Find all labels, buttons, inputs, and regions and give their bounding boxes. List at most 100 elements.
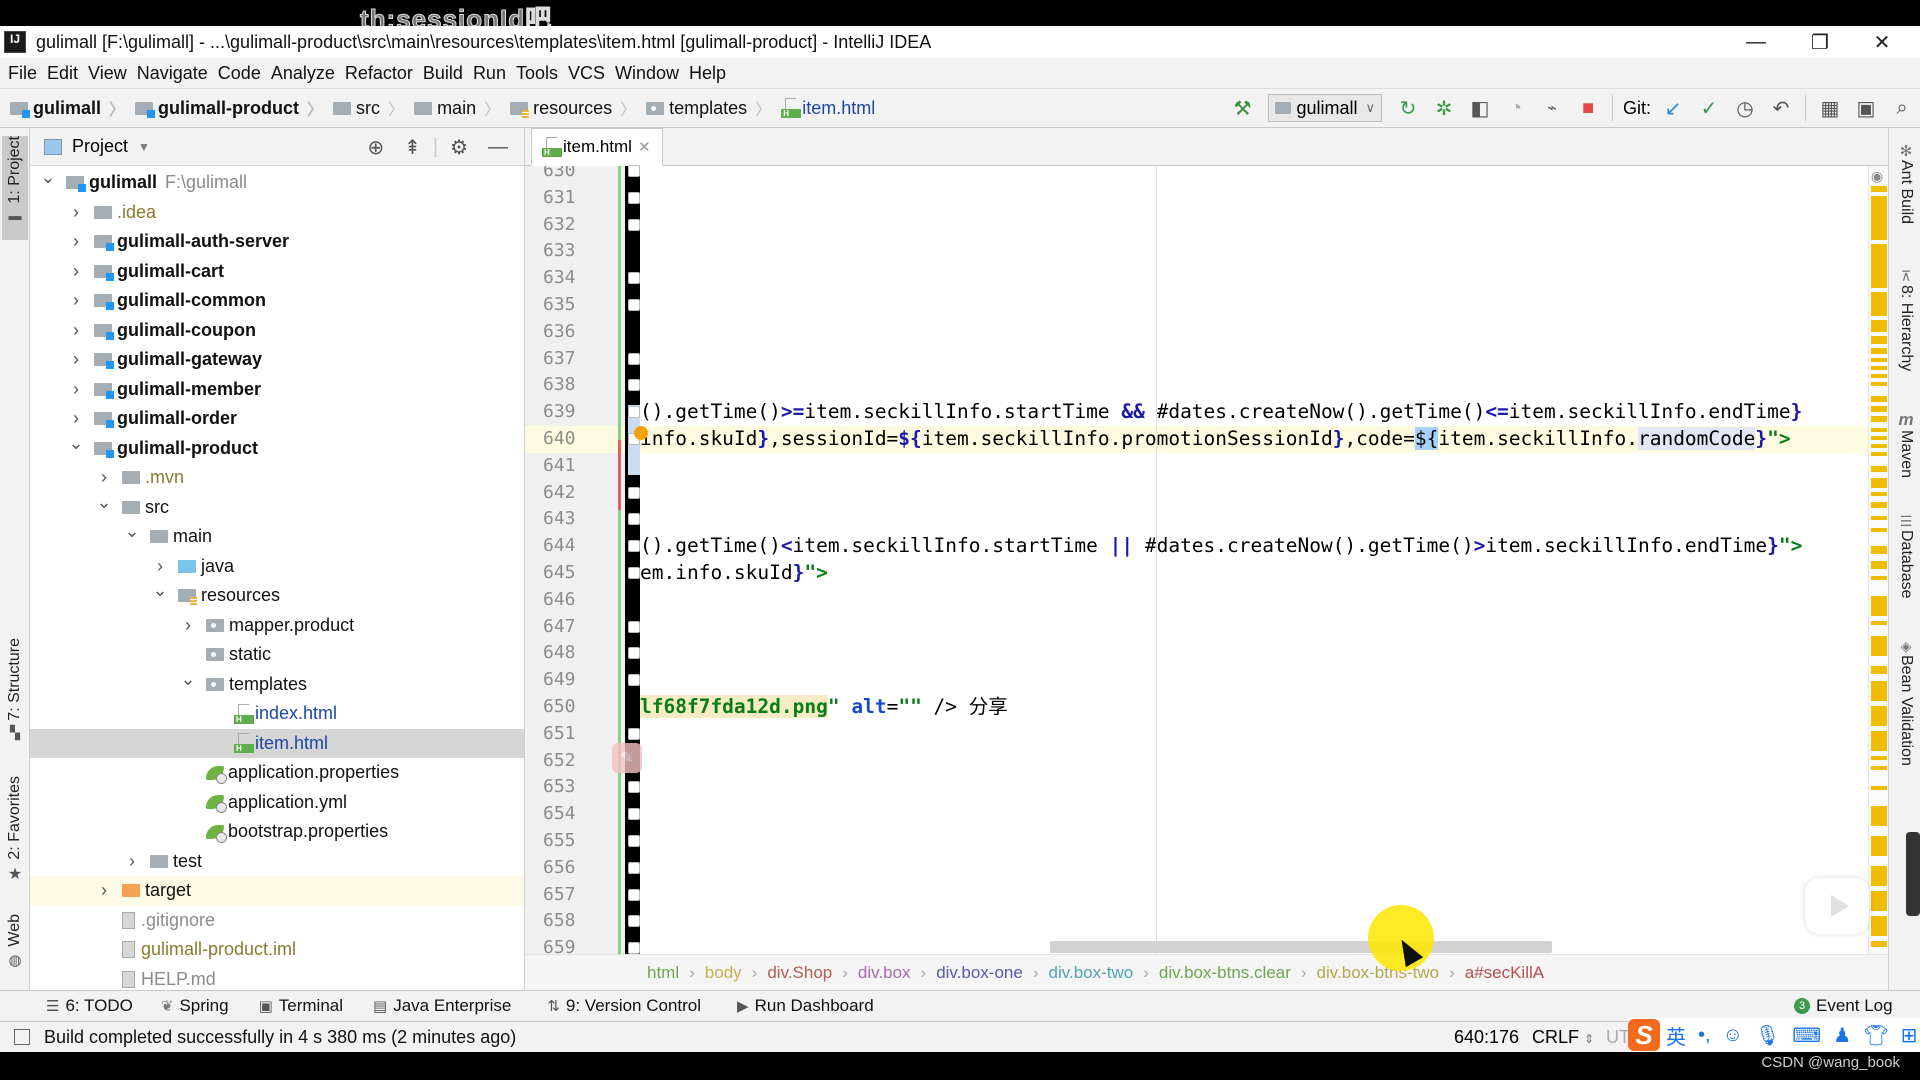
tree-item[interactable]: ⌄ templates	[30, 669, 524, 700]
fold-toggle-icon[interactable]	[628, 942, 640, 955]
chevron-down-icon[interactable]: ⌄	[180, 669, 196, 690]
tool-tab-ant-build[interactable]: ✻ Ant Build	[1893, 142, 1919, 224]
error-stripe[interactable]: ◉	[1868, 166, 1888, 954]
git-update-icon[interactable]: ↙	[1660, 95, 1686, 121]
fold-toggle-icon[interactable]	[628, 808, 640, 821]
fold-toggle-icon[interactable]	[628, 888, 640, 901]
menu-vcs[interactable]: VCS	[568, 63, 605, 84]
minimize-button[interactable]: —	[1726, 26, 1786, 58]
tree-item[interactable]: ⌄ gulimall-product	[30, 433, 524, 464]
code-line[interactable]: ().getTime()>=item.seckillInfo.startTime…	[640, 399, 1802, 426]
tool-tab-maven[interactable]: m Maven	[1893, 410, 1919, 478]
nav-crumb-resources[interactable]: resources 〉	[510, 96, 636, 120]
chevron-right-icon[interactable]: ›	[96, 880, 112, 901]
stripe-marker[interactable]	[1871, 320, 1887, 332]
tree-item[interactable]: ⌄ main	[30, 521, 524, 552]
tool-tab-favorites[interactable]: 2: Favorites ★	[2, 776, 28, 892]
stripe-marker[interactable]	[1871, 452, 1887, 456]
sogou-logo-icon[interactable]: S	[1628, 1019, 1660, 1051]
tool-window-run-dashboard[interactable]: ▶ Run Dashboard	[737, 996, 874, 1016]
hide-panel-icon[interactable]: —	[488, 136, 508, 159]
menu-tools[interactable]: Tools	[516, 63, 558, 84]
tab-item-html[interactable]: item.html ✕	[531, 128, 663, 166]
tree-item[interactable]: › mapper.product	[30, 611, 524, 641]
menu-code[interactable]: Code	[218, 63, 261, 84]
fold-toggle-icon[interactable]	[628, 674, 640, 687]
chevron-right-icon[interactable]: ›	[68, 231, 84, 252]
tree-item[interactable]: › gulimall-coupon	[30, 316, 524, 346]
tool-window-version-control[interactable]: ⇅ 9: Version Control	[547, 996, 701, 1016]
html-breadcrumb-item[interactable]: body	[705, 963, 742, 983]
tree-item[interactable]: ⌄ src	[30, 492, 524, 523]
ime-punctuation-toggle[interactable]: •,	[1698, 1024, 1711, 1047]
stripe-marker[interactable]	[1871, 502, 1887, 508]
fold-toggle-icon[interactable]	[628, 272, 640, 285]
tool-window-terminal[interactable]: ▣ Terminal	[259, 996, 343, 1016]
fold-toggle-icon[interactable]	[628, 218, 640, 231]
close-tab-icon[interactable]: ✕	[638, 138, 651, 156]
microphone-icon[interactable]: 🎙︎	[1755, 1023, 1780, 1048]
menu-navigate[interactable]: Navigate	[137, 63, 208, 84]
menu-edit[interactable]: Edit	[47, 63, 78, 84]
stop-icon[interactable]: ■	[1575, 95, 1601, 121]
chevron-right-icon[interactable]: ›	[124, 851, 140, 872]
tree-item[interactable]: item.html	[30, 728, 524, 758]
tree-item[interactable]: application.yml	[30, 788, 524, 818]
keyboard-icon[interactable]: ⌨	[1792, 1023, 1821, 1048]
fold-toggle-icon[interactable]	[628, 861, 640, 874]
stripe-marker[interactable]	[1871, 186, 1887, 192]
chevron-right-icon[interactable]: ›	[96, 467, 112, 488]
code-line[interactable]: em.info.skuId}">	[640, 560, 828, 587]
stripe-marker[interactable]	[1871, 382, 1887, 386]
chevron-down-icon[interactable]: ⌄	[124, 521, 140, 542]
chevron-right-icon[interactable]: ›	[180, 615, 196, 636]
locate-file-icon[interactable]: ⊕	[367, 135, 384, 160]
tree-item[interactable]: ⌄ resources	[30, 580, 524, 611]
stripe-marker[interactable]	[1871, 576, 1887, 580]
coverage-icon[interactable]: ◧	[1467, 95, 1493, 121]
nav-crumb-main[interactable]: main 〉	[414, 96, 500, 120]
nav-crumb-item-html[interactable]: item.html	[781, 98, 875, 119]
stripe-marker[interactable]	[1871, 561, 1887, 569]
git-commit-icon[interactable]: ✓	[1696, 95, 1722, 121]
chevron-down-icon[interactable]: ⌄	[68, 433, 84, 454]
html-breadcrumb-item[interactable]: div.box-two	[1049, 963, 1134, 983]
tree-item[interactable]: .gitignore	[30, 906, 524, 936]
stripe-marker[interactable]	[1871, 292, 1887, 316]
menu-refactor[interactable]: Refactor	[345, 63, 413, 84]
menu-file[interactable]: File	[8, 63, 37, 84]
code-line[interactable]: info.skuId},sessionId=${item.seckillInfo…	[640, 426, 1868, 453]
stripe-marker[interactable]	[1871, 444, 1887, 448]
tree-item[interactable]: › gulimall-member	[30, 375, 524, 405]
project-structure-icon[interactable]: ▦	[1817, 95, 1843, 121]
tool-window-todo[interactable]: ☰ 6: TODO	[46, 996, 133, 1016]
stripe-marker[interactable]	[1871, 396, 1887, 402]
hammer-icon[interactable]: ⚒	[1229, 95, 1255, 121]
run-configuration-dropdown[interactable]: gulimall ∨	[1268, 94, 1382, 122]
fold-toggle-icon[interactable]	[628, 620, 640, 633]
skin-icon[interactable]: 👕︎	[1863, 1023, 1888, 1048]
fold-toggle-icon[interactable]	[628, 406, 640, 419]
rollback-icon[interactable]: ↶	[1768, 95, 1794, 121]
tree-item[interactable]: bootstrap.properties	[30, 817, 524, 847]
stripe-marker[interactable]	[1871, 244, 1887, 288]
tree-item[interactable]: ⌄ gulimall F:\gulimall	[30, 167, 524, 198]
stripe-marker[interactable]	[1871, 428, 1887, 432]
fold-toggle-icon[interactable]	[628, 379, 640, 392]
tree-item[interactable]: › gulimall-auth-server	[30, 227, 524, 257]
stripe-marker[interactable]	[1871, 941, 1887, 947]
fold-toggle-icon[interactable]	[628, 915, 640, 928]
stripe-marker[interactable]	[1871, 546, 1887, 554]
menu-run[interactable]: Run	[473, 63, 506, 84]
code-editor[interactable]: ().getTime()>=item.seckillInfo.startTime…	[640, 166, 1868, 954]
eye-icon[interactable]: ◉	[1871, 168, 1883, 185]
nav-crumb-gulimall-product[interactable]: gulimall-product 〉	[135, 96, 323, 120]
stripe-marker[interactable]	[1871, 516, 1887, 520]
debug-icon[interactable]: ✲	[1431, 95, 1457, 121]
tool-tab-hierarchy[interactable]: ⊼ 8: Hierarchy	[1893, 268, 1919, 371]
menu-view[interactable]: View	[88, 63, 127, 84]
chevron-down-icon[interactable]: ⌄	[152, 580, 168, 601]
stripe-marker[interactable]	[1871, 436, 1887, 440]
chevron-right-icon[interactable]: ›	[68, 349, 84, 370]
chevron-down-icon[interactable]: ⌄	[40, 167, 56, 188]
